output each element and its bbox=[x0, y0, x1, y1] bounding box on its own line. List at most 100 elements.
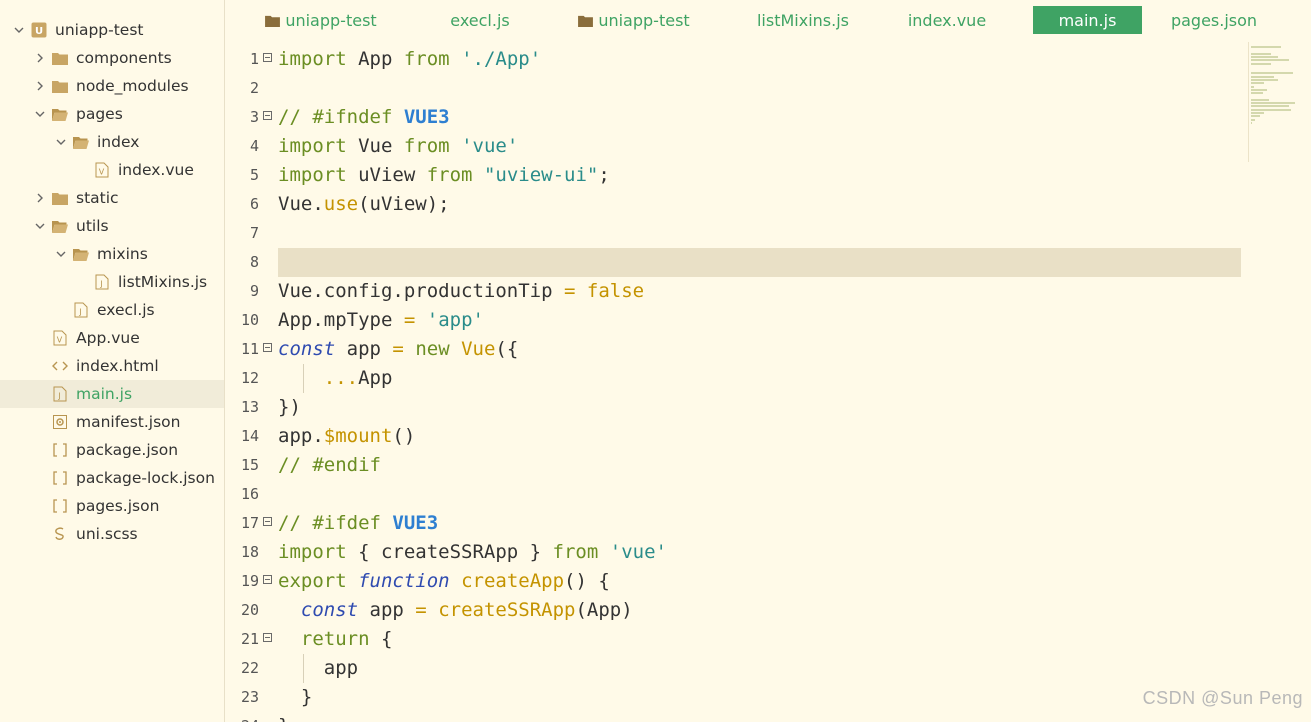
code-token: (App) bbox=[575, 599, 633, 621]
code-line[interactable]: 10 App.mpType = 'app' bbox=[225, 306, 1241, 335]
tree-item[interactable]: node_modules bbox=[0, 72, 224, 100]
code-line[interactable]: 2 bbox=[225, 74, 1241, 103]
code-line[interactable]: 8 bbox=[225, 248, 1241, 277]
code-line[interactable]: 18 import { createSSRApp } from 'vue' bbox=[225, 538, 1241, 567]
code-line[interactable]: 23 } bbox=[225, 683, 1241, 712]
tab[interactable]: uniapp-test bbox=[262, 6, 380, 34]
line-number: 3 bbox=[249, 108, 259, 126]
code-line[interactable]: 5 import uView from "uview-ui"; bbox=[225, 161, 1241, 190]
tree-item-label: package.json bbox=[76, 441, 179, 459]
code-line[interactable]: 22 app bbox=[225, 654, 1241, 683]
tab[interactable]: pages.json bbox=[1164, 6, 1264, 34]
code-line[interactable]: 16 bbox=[225, 480, 1241, 509]
chevron-down-icon[interactable] bbox=[33, 219, 47, 233]
fold-toggle-icon[interactable] bbox=[263, 111, 272, 120]
tree-item[interactable]: Uuniapp-test bbox=[0, 16, 224, 44]
code-line[interactable]: 4 import Vue from 'vue' bbox=[225, 132, 1241, 161]
code-editor[interactable]: 1 import App from './App' 2 3 // #ifndef VUE… bbox=[225, 40, 1245, 722]
tree-item[interactable]: Vindex.vue bbox=[0, 156, 224, 184]
tree-item[interactable]: uni.scss bbox=[0, 520, 224, 548]
tab-active[interactable]: main.js bbox=[1033, 6, 1142, 34]
fold-toggle-icon[interactable] bbox=[263, 343, 272, 352]
file-explorer: Uuniapp-test components node_modules pages i… bbox=[0, 0, 225, 722]
tree-item[interactable]: components bbox=[0, 44, 224, 72]
code-token: app bbox=[335, 338, 393, 360]
code-token: App bbox=[346, 48, 404, 70]
tree-item[interactable]: pages bbox=[0, 100, 224, 128]
tree-item[interactable]: Jexecl.js bbox=[0, 296, 224, 324]
code-line[interactable]: 7 bbox=[225, 219, 1241, 248]
code-token: const bbox=[300, 599, 359, 621]
svg-text:J: J bbox=[57, 392, 60, 401]
tree-item[interactable]: static bbox=[0, 184, 224, 212]
tab[interactable]: execl.js bbox=[440, 6, 520, 34]
chevron-down-icon[interactable] bbox=[54, 247, 68, 261]
fold-toggle-icon[interactable] bbox=[263, 633, 272, 642]
chevron-right-icon[interactable] bbox=[33, 79, 47, 93]
tab-label: uniapp-test bbox=[285, 10, 377, 30]
code-line[interactable]: 13}) bbox=[225, 393, 1241, 422]
code-line[interactable]: 21 return { bbox=[225, 625, 1241, 654]
tab[interactable]: listMixins.js bbox=[750, 6, 856, 34]
code-line[interactable]: 24} bbox=[225, 712, 1241, 722]
tree-item[interactable]: package.json bbox=[0, 436, 224, 464]
code-token: import bbox=[278, 48, 347, 70]
line-number: 11 bbox=[240, 340, 259, 358]
chevron-down-icon[interactable] bbox=[12, 23, 26, 37]
code-line[interactable]: 15 // #endif bbox=[225, 451, 1241, 480]
chevron-right-icon[interactable] bbox=[33, 191, 47, 205]
code-token: = bbox=[392, 338, 404, 360]
svg-text:J: J bbox=[99, 280, 102, 289]
line-number: 2 bbox=[249, 79, 259, 97]
minimap[interactable] bbox=[1248, 42, 1311, 162]
line-number: 14 bbox=[240, 427, 259, 445]
code-text: import { createSSRApp } from 'vue' bbox=[278, 538, 667, 567]
chevron-right-icon[interactable] bbox=[33, 51, 47, 65]
code-line[interactable]: 1 import App from './App' bbox=[225, 45, 1241, 74]
minimap-line bbox=[1251, 75, 1275, 78]
line-number: 6 bbox=[249, 195, 259, 213]
folder-open-icon bbox=[51, 217, 69, 235]
code-line[interactable]: 12 ...App bbox=[225, 364, 1241, 393]
tree-item-label: uniapp-test bbox=[55, 21, 144, 39]
code-token: // #ifndef bbox=[278, 106, 404, 128]
code-token: "uview-ui" bbox=[483, 164, 599, 186]
code-line[interactable]: 9 Vue.config.productionTip = false bbox=[225, 277, 1241, 306]
code-line[interactable]: 14 app.$mount() bbox=[225, 422, 1241, 451]
tree-item[interactable]: Jmain.js bbox=[0, 380, 224, 408]
code-token: VUE3 bbox=[403, 106, 450, 128]
tree-item[interactable]: pages.json bbox=[0, 492, 224, 520]
code-line[interactable]: 3 // #ifndef VUE3 bbox=[225, 103, 1241, 132]
line-number: 13 bbox=[240, 398, 259, 416]
tree-item[interactable]: V App.vue bbox=[0, 324, 224, 352]
fold-toggle-icon[interactable] bbox=[263, 53, 272, 62]
tree-item[interactable]: JlistMixins.js bbox=[0, 268, 224, 296]
svg-text:U: U bbox=[35, 26, 43, 37]
code-line[interactable]: 20 const app = createSSRApp(App) bbox=[225, 596, 1241, 625]
chevron-down-icon[interactable] bbox=[54, 135, 68, 149]
tree-item[interactable]: index.html bbox=[0, 352, 224, 380]
chevron-down-icon[interactable] bbox=[33, 107, 47, 121]
tab[interactable]: index.vue bbox=[903, 6, 991, 34]
code-line[interactable]: 6 Vue.use(uView); bbox=[225, 190, 1241, 219]
code-token: ({ bbox=[495, 338, 519, 360]
tab[interactable]: uniapp-test bbox=[575, 6, 693, 34]
line-number: 20 bbox=[240, 601, 259, 619]
code-token: 'vue' bbox=[461, 135, 519, 157]
tree-item[interactable]: manifest.json bbox=[0, 408, 224, 436]
fold-toggle-icon[interactable] bbox=[263, 517, 272, 526]
code-line[interactable]: 17 // #ifdef VUE3 bbox=[225, 509, 1241, 538]
tree-item[interactable]: index bbox=[0, 128, 224, 156]
tree-item[interactable]: package-lock.json bbox=[0, 464, 224, 492]
tree-item[interactable]: mixins bbox=[0, 240, 224, 268]
tree-item[interactable]: utils bbox=[0, 212, 224, 240]
code-line[interactable]: 19 export function createApp() { bbox=[225, 567, 1241, 596]
folder-icon bbox=[51, 189, 69, 207]
code-token: import bbox=[278, 541, 347, 563]
code-text: } bbox=[278, 712, 289, 722]
fold-toggle-icon[interactable] bbox=[263, 575, 272, 584]
code-line[interactable]: 11 const app = new Vue({ bbox=[225, 335, 1241, 364]
